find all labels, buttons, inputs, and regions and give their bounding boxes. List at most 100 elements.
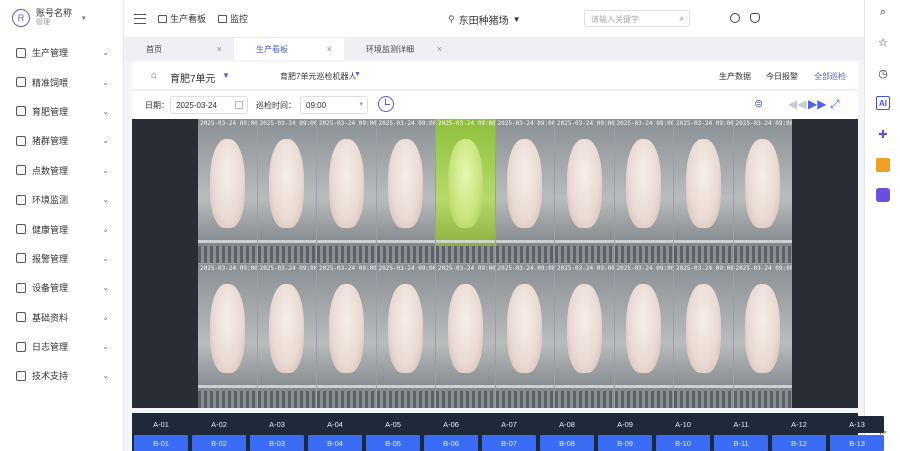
- caret-down-icon[interactable]: ▼: [222, 71, 230, 80]
- sidebar-item[interactable]: 基础资料 ⌄: [0, 303, 123, 332]
- pen-label[interactable]: B-01: [134, 435, 188, 451]
- close-icon[interactable]: ×: [437, 44, 442, 54]
- camera-feed[interactable]: 2025-03-24 09:00: [376, 119, 435, 263]
- camera-feed[interactable]: 2025-03-24 09:00: [317, 264, 376, 408]
- camera-feed[interactable]: 2025-03-24 09:00: [317, 119, 376, 263]
- camera-feed[interactable]: 2025-03-24 09:00: [198, 264, 257, 408]
- pen-label[interactable]: A-02: [192, 416, 246, 433]
- clock-icon[interactable]: ◷: [876, 66, 890, 80]
- close-icon[interactable]: ×: [327, 44, 332, 54]
- pen-label[interactable]: B-11: [714, 435, 768, 451]
- sidebar-item[interactable]: 精准饲喂 ⌄: [0, 67, 123, 96]
- sidebar-item[interactable]: 设备管理 ⌄: [0, 273, 123, 302]
- history-clock-icon[interactable]: [378, 96, 394, 112]
- sidebar-item[interactable]: 育肥管理 ⌄: [0, 97, 123, 126]
- star-icon[interactable]: ☆: [876, 35, 890, 49]
- camera-feed[interactable]: 2025-03-24 09:00: [674, 119, 733, 263]
- camera-feed[interactable]: 2025-03-24 09:00: [257, 119, 316, 263]
- pen-label[interactable]: A-06: [424, 416, 478, 433]
- sidebar-item[interactable]: 健康管理 ⌄: [0, 214, 123, 243]
- user-info[interactable]: R 账号名称 管理 ▾: [0, 0, 123, 36]
- sidebar-item[interactable]: 报警管理 ⌄: [0, 244, 123, 273]
- pen-label[interactable]: A-12: [772, 416, 826, 433]
- toolbox-icon[interactable]: [876, 158, 890, 172]
- pen-label[interactable]: B-12: [772, 435, 826, 451]
- sidebar-item[interactable]: 生产管理 ⌄: [0, 38, 123, 67]
- camera-timestamp: 2025-03-24 09:00: [438, 265, 495, 272]
- pen-label[interactable]: B-10: [656, 435, 710, 451]
- pen-label[interactable]: B-03: [250, 435, 304, 451]
- tab[interactable]: 环境监测详细 ×: [344, 38, 454, 60]
- ai-icon[interactable]: AI: [876, 96, 890, 110]
- pen-label[interactable]: A-11: [714, 416, 768, 433]
- avatar[interactable]: R: [12, 9, 30, 27]
- camera-feed[interactable]: 2025-03-24 09:00: [555, 264, 614, 408]
- sidebar-item[interactable]: 技术支持 ⌄: [0, 361, 123, 390]
- caret-down-icon[interactable]: ▼: [354, 71, 361, 78]
- pen-label[interactable]: A-10: [656, 416, 710, 433]
- pen-label[interactable]: A-09: [598, 416, 652, 433]
- pen-label[interactable]: B-07: [482, 435, 536, 451]
- production-data-link[interactable]: 生产数据: [719, 71, 751, 82]
- camera-feed[interactable]: 2025-03-24 09:00: [674, 264, 733, 408]
- camera-feed[interactable]: 2025-03-24 09:00: [198, 119, 257, 263]
- pen-label[interactable]: A-13: [830, 416, 884, 433]
- pen-label[interactable]: A-03: [250, 416, 304, 433]
- camera-feed[interactable]: 2025-03-24 09:00: [733, 264, 792, 408]
- menu-toggle-icon[interactable]: [134, 13, 146, 24]
- camera-feed[interactable]: 2025-03-24 09:00: [733, 119, 792, 263]
- pen-label[interactable]: A-05: [366, 416, 420, 433]
- sidebar-item[interactable]: 猪群管理 ⌄: [0, 126, 123, 155]
- gamepad-icon[interactable]: ✚: [876, 127, 890, 141]
- camera-feed[interactable]: 2025-03-24 09:00: [436, 119, 495, 263]
- camera-feed[interactable]: 2025-03-24 09:00: [614, 119, 673, 263]
- tab[interactable]: 生产看板 ×: [234, 38, 344, 60]
- tab[interactable]: 首页 ×: [124, 38, 234, 60]
- sidebar-item[interactable]: 日志管理 ⌄: [0, 332, 123, 361]
- search-icon[interactable]: ⌕: [876, 5, 890, 19]
- all-inspection-link[interactable]: 全部巡检: [814, 71, 846, 82]
- close-icon[interactable]: ×: [217, 44, 222, 54]
- unit-select[interactable]: 育肥7单元: [170, 70, 216, 85]
- feeding-icon: [16, 77, 26, 88]
- rewind-icon[interactable]: ◀◀: [788, 97, 806, 111]
- pen-label[interactable]: A-08: [540, 416, 594, 433]
- camera-feed[interactable]: 2025-03-24 09:00: [436, 264, 495, 408]
- fast-forward-icon[interactable]: ▶▶: [808, 97, 826, 111]
- camera-feed[interactable]: 2025-03-24 09:00: [495, 119, 554, 263]
- robot-icon[interactable]: ⊜: [754, 97, 763, 111]
- pen-label[interactable]: B-09: [598, 435, 652, 451]
- date-picker[interactable]: 2025-03-24: [170, 96, 248, 114]
- camera-feed[interactable]: 2025-03-24 09:00: [376, 264, 435, 408]
- pen-label[interactable]: B-13: [830, 435, 884, 451]
- pen-label[interactable]: B-04: [308, 435, 362, 451]
- camera-feed[interactable]: 2025-03-24 09:00: [555, 119, 614, 263]
- farm-select[interactable]: ⚲ 东田种猪场 ▼: [448, 12, 521, 27]
- pen-label[interactable]: B-06: [424, 435, 478, 451]
- counting-icon: [16, 165, 26, 176]
- camera-feed[interactable]: 2025-03-24 09:00: [614, 264, 673, 408]
- robot-select[interactable]: 育肥7单元巡检机器人: [280, 71, 356, 82]
- pen-label[interactable]: A-07: [482, 416, 536, 433]
- pen-label[interactable]: B-08: [540, 435, 594, 451]
- camera-feed[interactable]: 2025-03-24 09:00: [257, 264, 316, 408]
- app-icon[interactable]: [876, 188, 890, 202]
- bell-icon[interactable]: [750, 13, 760, 23]
- sidebar-item[interactable]: 点数管理 ⌄: [0, 156, 123, 185]
- monitor-link[interactable]: 监控: [218, 12, 248, 25]
- camera-feed[interactable]: 2025-03-24 09:00: [495, 264, 554, 408]
- fullscreen-icon[interactable]: ⤢: [830, 97, 840, 111]
- search-input[interactable]: 请输入关键字 ⌕: [584, 10, 690, 27]
- production-board-link[interactable]: 生产看板: [158, 12, 206, 25]
- pen-label[interactable]: A-04: [308, 416, 362, 433]
- pen-rail: [376, 384, 435, 388]
- search-icon[interactable]: ⌕: [680, 14, 684, 24]
- chevron-down-icon[interactable]: ▾: [82, 14, 86, 22]
- pen-label[interactable]: B-05: [366, 435, 420, 451]
- time-select[interactable]: 09:00 ▾: [300, 96, 368, 114]
- today-alarm-link[interactable]: 今日报警: [766, 71, 798, 82]
- sidebar-item[interactable]: 环境监测 ⌄: [0, 185, 123, 214]
- pen-label[interactable]: A-01: [134, 416, 188, 433]
- minus-circle-icon[interactable]: [730, 13, 740, 23]
- pen-label[interactable]: B-02: [192, 435, 246, 451]
